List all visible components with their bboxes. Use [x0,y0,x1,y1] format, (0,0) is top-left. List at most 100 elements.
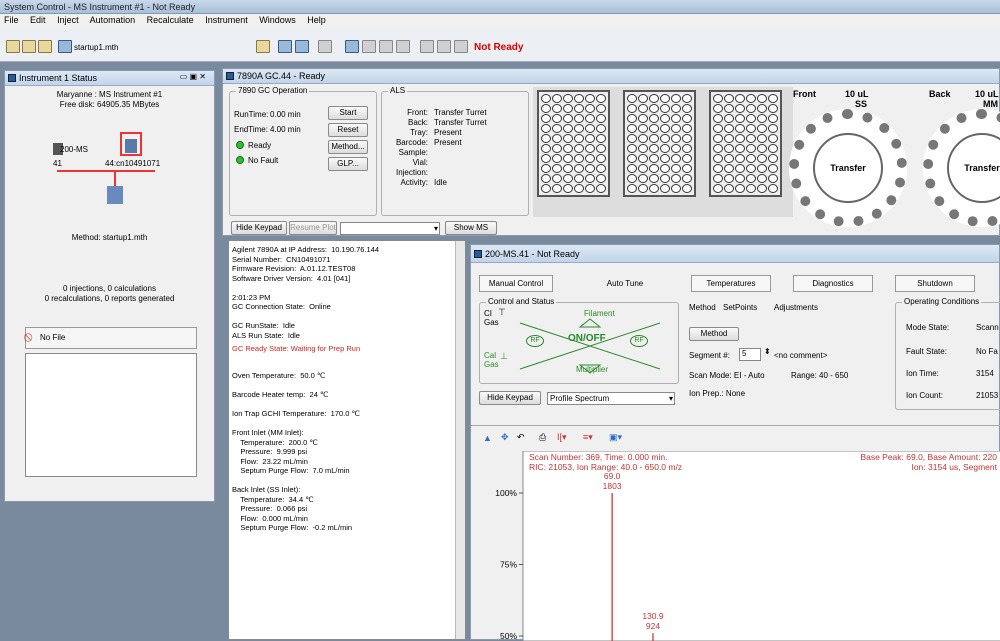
vial-slot[interactable] [746,134,756,143]
vial-slot[interactable] [541,144,551,153]
tune-icon[interactable] [318,40,332,53]
vial-slot[interactable] [552,154,562,163]
vial-slot[interactable] [638,104,648,113]
vial-slot[interactable] [724,114,734,123]
vial-slot[interactable] [585,144,595,153]
vial-slot[interactable] [682,104,692,113]
subtab-adjustments[interactable]: Adjustments [774,303,818,312]
vial-slot[interactable] [713,114,723,123]
vial-slot[interactable] [585,94,595,103]
vial-slot[interactable] [627,184,637,193]
vial-slot[interactable] [660,164,670,173]
menu-inject[interactable]: Inject [57,15,79,25]
vial-slot[interactable] [682,184,692,193]
vial-slot[interactable] [563,124,573,133]
vial-slot[interactable] [724,184,734,193]
profile-spectrum-select[interactable]: Profile Spectrum [547,392,675,405]
vial-slot[interactable] [649,124,659,133]
vial-slot[interactable] [563,144,573,153]
vial-slot[interactable] [724,164,734,173]
vial-slot[interactable] [746,174,756,183]
vial-slot[interactable] [574,174,584,183]
vial-slot[interactable] [713,164,723,173]
segment-stepper-icon[interactable]: ⬍ [764,347,771,356]
vial-slot[interactable] [649,154,659,163]
vial-slot[interactable] [627,164,637,173]
pause-icon[interactable] [420,40,434,53]
instrument-diagram[interactable] [45,131,185,216]
vial-slot[interactable] [713,104,723,113]
vial-slot[interactable] [682,94,692,103]
vial-slot[interactable] [713,94,723,103]
vial-slot[interactable] [638,134,648,143]
vial-slot[interactable] [585,174,595,183]
vial-slot[interactable] [596,174,606,183]
vial-slot[interactable] [682,154,692,163]
vial-slot[interactable] [671,134,681,143]
segment-input[interactable]: 5 [739,348,761,361]
vial-slot[interactable] [627,114,637,123]
vial-slot[interactable] [563,164,573,173]
vial-slot[interactable] [585,184,595,193]
file-list[interactable] [25,353,197,477]
vial-slot[interactable] [682,174,692,183]
vial-slot[interactable] [541,94,551,103]
menu-recalculate[interactable]: Recalculate [147,15,194,25]
vial-slot[interactable] [660,154,670,163]
vial-slot[interactable] [724,144,734,153]
cal-gas-valve-icon[interactable]: ⊥ [500,351,508,362]
tab-shutdown[interactable]: Shutdown [895,275,975,292]
vial-slot[interactable] [660,104,670,113]
load-icon[interactable] [256,40,270,53]
vial-slot[interactable] [660,94,670,103]
vial-slot[interactable] [563,94,573,103]
vial-slot[interactable] [757,184,767,193]
vial-slot[interactable] [746,124,756,133]
spectrum-plot[interactable]: Scan Number: 369, Time: 0.000 min.RIC: 2… [477,451,1000,641]
vial-slot[interactable] [563,184,573,193]
onoff-label[interactable]: ON/OFF [568,333,606,344]
vial-slot[interactable] [574,184,584,193]
vial-slot[interactable] [649,104,659,113]
vial-slot[interactable] [649,184,659,193]
vial-slot[interactable] [627,144,637,153]
vial-slot[interactable] [596,104,606,113]
vial-slot[interactable] [596,144,606,153]
vial-slot[interactable] [724,154,734,163]
vial-slot[interactable] [585,134,595,143]
vial-slot[interactable] [627,124,637,133]
vial-slot[interactable] [713,144,723,153]
vial-tray-3[interactable] [709,90,782,197]
vial-slot[interactable] [768,114,778,123]
vial-tray-1[interactable] [537,90,610,197]
vial-slot[interactable] [724,104,734,113]
tab-manual-control[interactable]: Manual Control [479,275,553,292]
vial-slot[interactable] [757,154,767,163]
vial-slot[interactable] [563,104,573,113]
subtab-method[interactable]: Method [689,303,716,312]
vial-slot[interactable] [713,184,723,193]
vial-slot[interactable] [541,174,551,183]
vial-slot[interactable] [638,154,648,163]
vial-slot[interactable] [638,114,648,123]
vial-slot[interactable] [735,174,745,183]
vial-slot[interactable] [638,174,648,183]
vial-slot[interactable] [671,164,681,173]
vial-slot[interactable] [735,184,745,193]
menu-file[interactable]: File [4,15,19,25]
log-scrollbar[interactable] [455,241,465,639]
vial-slot[interactable] [660,174,670,183]
tab-temperatures[interactable]: Temperatures [691,275,771,292]
vial-slot[interactable] [757,174,767,183]
run-icon[interactable] [295,40,309,53]
menu-automation[interactable]: Automation [90,15,136,25]
vial-slot[interactable] [638,144,648,153]
open-icon[interactable] [6,40,20,53]
plot-icon[interactable] [345,40,359,53]
vial-slot[interactable] [713,124,723,133]
vial-slot[interactable] [746,184,756,193]
vial-slot[interactable] [768,164,778,173]
vial-slot[interactable] [768,104,778,113]
vial-slot[interactable] [746,164,756,173]
vial-slot[interactable] [768,94,778,103]
